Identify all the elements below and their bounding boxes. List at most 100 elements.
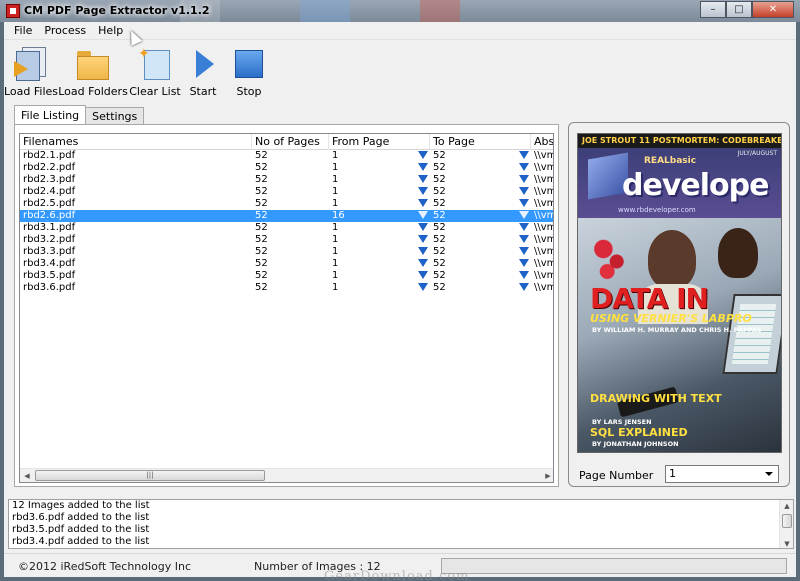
file-list[interactable]: Filenames No of Pages From Page To Page … <box>19 133 554 483</box>
table-row[interactable]: rbd3.4.pdf 52 1 52 \\vm <box>20 258 553 270</box>
horizontal-scrollbar[interactable]: ◀ ||| ▶ <box>20 468 553 482</box>
to-page-cell[interactable]: 52 <box>430 186 531 198</box>
table-row[interactable]: rbd2.5.pdf 52 1 52 \\vm <box>20 198 553 210</box>
maximize-button[interactable]: □ <box>726 1 752 18</box>
log-line: rbd3.5.pdf added to the list <box>12 524 150 535</box>
from-page-cell[interactable]: 1 <box>329 198 430 210</box>
menu-help[interactable]: Help <box>92 24 129 37</box>
dropdown-arrow-icon[interactable] <box>418 247 428 255</box>
table-row[interactable]: rbd2.2.pdf 52 1 52 \\vm <box>20 162 553 174</box>
scroll-up-icon[interactable]: ▲ <box>780 500 793 512</box>
menu-file[interactable]: File <box>8 24 38 37</box>
from-page-cell-text: 1 <box>332 150 339 161</box>
from-page-cell[interactable]: 1 <box>329 222 430 234</box>
column-from-page[interactable]: From Page <box>329 134 430 150</box>
to-page-cell[interactable]: 52 <box>430 162 531 174</box>
to-page-cell[interactable]: 52 <box>430 234 531 246</box>
table-row[interactable]: rbd2.1.pdf 52 1 52 \\vm <box>20 150 553 162</box>
to-page-cell[interactable]: 52 <box>430 246 531 258</box>
from-page-cell[interactable]: 1 <box>329 282 430 294</box>
to-page-cell[interactable]: 52 <box>430 258 531 270</box>
dropdown-arrow-icon[interactable] <box>418 271 428 279</box>
dropdown-arrow-icon[interactable] <box>418 211 428 219</box>
menu-process[interactable]: Process <box>38 24 92 37</box>
table-row[interactable]: rbd2.4.pdf 52 1 52 \\vm <box>20 186 553 198</box>
dropdown-arrow-icon[interactable] <box>418 151 428 159</box>
column-no-of-pages[interactable]: No of Pages <box>252 134 329 150</box>
from-page-cell[interactable]: 16 <box>329 210 430 222</box>
log-line: 12 Images added to the list <box>12 500 150 511</box>
dropdown-arrow-icon[interactable] <box>519 247 529 255</box>
to-page-cell[interactable]: 52 <box>430 150 531 162</box>
dropdown-arrow-icon[interactable] <box>418 199 428 207</box>
scroll-down-icon[interactable]: ▼ <box>780 538 793 548</box>
to-page-cell[interactable]: 52 <box>430 222 531 234</box>
dropdown-arrow-icon[interactable] <box>519 151 529 159</box>
dropdown-arrow-icon[interactable] <box>519 175 529 183</box>
dropdown-arrow-icon[interactable] <box>519 271 529 279</box>
load-files-button[interactable]: Load Files <box>4 41 58 99</box>
dropdown-arrow-icon[interactable] <box>418 223 428 231</box>
to-page-cell[interactable]: 52 <box>430 270 531 282</box>
log-output[interactable]: 12 Images added to the list rbd3.6.pdf a… <box>8 499 794 549</box>
from-page-cell[interactable]: 1 <box>329 246 430 258</box>
dropdown-arrow-icon[interactable] <box>519 223 529 231</box>
dropdown-arrow-icon[interactable] <box>519 163 529 171</box>
column-filenames[interactable]: Filenames <box>20 134 252 150</box>
to-page-cell[interactable]: 52 <box>430 210 531 222</box>
page-number-select[interactable]: 1 <box>665 465 779 483</box>
column-to-page[interactable]: To Page <box>430 134 531 150</box>
from-page-cell[interactable]: 1 <box>329 186 430 198</box>
column-absolute-path[interactable]: Abso <box>531 134 553 150</box>
vertical-scrollbar[interactable]: ▲ ▼ <box>779 500 793 548</box>
tab-settings[interactable]: Settings <box>85 107 145 125</box>
dropdown-arrow-icon[interactable] <box>418 175 428 183</box>
from-page-cell-text: 1 <box>332 174 339 185</box>
dropdown-arrow-icon[interactable] <box>519 199 529 207</box>
pages-cell-text: 52 <box>255 174 268 185</box>
from-page-cell[interactable]: 1 <box>329 162 430 174</box>
path-cell: \\vm <box>531 234 553 246</box>
scroll-thumb[interactable]: ||| <box>35 470 265 481</box>
pages-cell-text: 52 <box>255 162 268 173</box>
scroll-left-icon[interactable]: ◀ <box>20 469 34 482</box>
table-row[interactable]: rbd3.2.pdf 52 1 52 \\vm <box>20 234 553 246</box>
dropdown-arrow-icon[interactable] <box>418 163 428 171</box>
close-button[interactable]: ✕ <box>752 1 794 18</box>
dropdown-arrow-icon[interactable] <box>519 211 529 219</box>
dropdown-arrow-icon[interactable] <box>519 235 529 243</box>
scroll-right-icon[interactable]: ▶ <box>541 469 553 482</box>
stop-button[interactable]: Stop <box>226 41 272 99</box>
path-cell: \\vm <box>531 198 553 210</box>
dropdown-arrow-icon[interactable] <box>418 235 428 243</box>
load-folders-button[interactable]: Load Folders <box>58 41 128 99</box>
dropdown-arrow-icon[interactable] <box>519 259 529 267</box>
to-page-cell[interactable]: 52 <box>430 198 531 210</box>
scroll-thumb[interactable] <box>782 514 792 528</box>
dropdown-arrow-icon[interactable] <box>418 259 428 267</box>
clear-list-button[interactable]: ✦ Clear List <box>129 41 181 99</box>
tab-file-listing[interactable]: File Listing <box>14 105 87 125</box>
to-page-cell[interactable]: 52 <box>430 174 531 186</box>
from-page-cell[interactable]: 1 <box>329 258 430 270</box>
cover-person <box>718 228 758 278</box>
folder-icon <box>76 47 110 81</box>
start-button[interactable]: Start <box>180 41 226 99</box>
dropdown-arrow-icon[interactable] <box>418 187 428 195</box>
from-page-cell[interactable]: 1 <box>329 150 430 162</box>
filename-cell-text: rbd2.4.pdf <box>23 186 76 197</box>
minimize-button[interactable]: – <box>700 1 726 18</box>
from-page-cell[interactable]: 1 <box>329 270 430 282</box>
from-page-cell[interactable]: 1 <box>329 174 430 186</box>
table-row[interactable]: rbd3.3.pdf 52 1 52 \\vm <box>20 246 553 258</box>
to-page-cell[interactable]: 52 <box>430 282 531 294</box>
table-row[interactable]: rbd2.3.pdf 52 1 52 \\vm <box>20 174 553 186</box>
table-row[interactable]: rbd3.1.pdf 52 1 52 \\vm <box>20 222 553 234</box>
table-row[interactable]: rbd2.6.pdf 52 16 52 \\vm <box>20 210 553 222</box>
dropdown-arrow-icon[interactable] <box>519 283 529 291</box>
dropdown-arrow-icon[interactable] <box>418 283 428 291</box>
table-row[interactable]: rbd3.5.pdf 52 1 52 \\vm <box>20 270 553 282</box>
table-row[interactable]: rbd3.6.pdf 52 1 52 \\vm <box>20 282 553 294</box>
from-page-cell[interactable]: 1 <box>329 234 430 246</box>
dropdown-arrow-icon[interactable] <box>519 187 529 195</box>
